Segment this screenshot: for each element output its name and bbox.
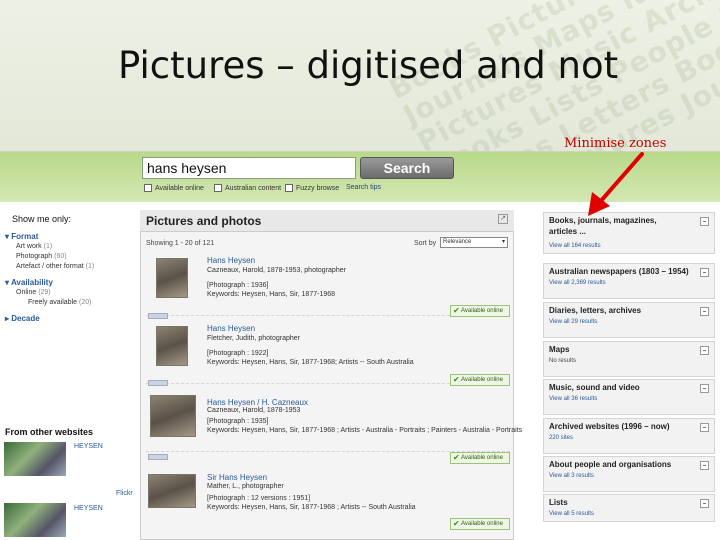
available-online-badge[interactable]: Available online [450, 305, 510, 317]
minimise-icon[interactable] [700, 307, 709, 316]
result-marker [148, 454, 168, 460]
external-thumbnail[interactable] [4, 442, 66, 476]
zone-view-all-link[interactable]: 220 sites [549, 435, 573, 441]
result-title-link[interactable]: Hans Heysen [207, 256, 255, 265]
result-keywords: Keywords: Heysen, Hans, Sir, 1877-1968 ;… [207, 427, 523, 434]
search-button[interactable]: Search [360, 157, 454, 179]
minimise-icon[interactable] [700, 217, 709, 226]
expand-icon[interactable]: ↗ [498, 214, 508, 224]
zone-newspapers[interactable]: Australian newspapers (1803 – 1954) View… [543, 263, 715, 299]
facet-item[interactable]: Photograph (60) [16, 253, 67, 260]
search-tips-link[interactable]: Search tips [346, 184, 381, 191]
annotation-label: Minimise zones [564, 136, 667, 151]
minimise-icon[interactable] [700, 268, 709, 277]
result-creator: Fletcher, Judith, photographer [207, 335, 301, 342]
result-keywords: Keywords: Heysen, Hans, Sir, 1877-1968; … [207, 359, 414, 366]
result-format: [Photograph : 1922] [207, 350, 269, 357]
option-available-online[interactable]: Available online [144, 184, 204, 192]
result-row[interactable] [146, 388, 510, 452]
search-input[interactable]: hans heysen [142, 157, 356, 179]
zone-music[interactable]: Music, sound and video View all 36 resul… [543, 379, 715, 415]
zone-archived-websites[interactable]: Archived websites (1996 – now) 220 sites [543, 418, 715, 454]
zone-title: About people and organisations [549, 460, 672, 469]
panel-title: Pictures and photos [146, 214, 262, 228]
result-format: [Photograph : 1935] [207, 418, 269, 425]
slide-title: Pictures – digitised and not [118, 44, 619, 87]
facet-availability[interactable]: ▾ Availability [5, 278, 53, 287]
facet-heading[interactable]: ▸ Decade [5, 314, 40, 323]
zone-title: Maps [549, 345, 570, 354]
minimise-icon[interactable] [700, 384, 709, 393]
facet-item[interactable]: Online (29) [16, 289, 51, 296]
sort-select[interactable]: Relevance ▾ [440, 237, 508, 248]
zone-title: Music, sound and video [549, 383, 640, 392]
result-format: [Photograph : 12 versions : 1951] [207, 495, 311, 502]
available-online-badge[interactable]: Available online [450, 374, 510, 386]
zone-view-all-link[interactable]: View all 3 results [549, 473, 594, 479]
minimise-icon[interactable] [700, 346, 709, 355]
result-marker [148, 313, 168, 319]
result-thumbnail[interactable] [150, 395, 196, 437]
option-fuzzy-browse[interactable]: Fuzzy browse [285, 184, 339, 192]
flickr-link[interactable]: Flickr [116, 490, 133, 497]
results-count: Showing 1 - 20 of 121 [146, 240, 215, 247]
result-thumbnail[interactable] [148, 474, 196, 508]
zone-title: Australian newspapers (1803 – 1954) [549, 267, 689, 276]
minimise-icon[interactable] [700, 499, 709, 508]
external-site-label[interactable]: HEYSEN [74, 505, 103, 512]
checkbox[interactable] [144, 184, 152, 192]
checkbox[interactable] [285, 184, 293, 192]
facet-heading[interactable]: ▾ Availability [5, 278, 53, 287]
zone-view-all-link[interactable]: View all 2,369 results [549, 280, 606, 286]
minimise-icon[interactable] [700, 423, 709, 432]
facet-decade[interactable]: ▸ Decade [5, 314, 40, 323]
option-australian-content[interactable]: Australian content [214, 184, 281, 192]
result-format: [Photograph : 1936] [207, 282, 269, 289]
facet-heading[interactable]: ▾ Format [5, 232, 38, 241]
result-thumbnail[interactable] [156, 326, 188, 366]
zone-diaries[interactable]: Diaries, letters, archives View all 29 r… [543, 302, 715, 338]
zone-title: Archived websites (1996 – now) [549, 422, 670, 431]
result-keywords: Keywords: Heysen, Hans, Sir, 1877-1968 ;… [207, 504, 416, 511]
result-title-link[interactable]: Hans Heysen / H. Cazneaux [207, 398, 308, 407]
red-arrow-icon [588, 152, 644, 216]
zone-view-all-link[interactable]: View all 5 results [549, 511, 594, 517]
zone-status: No results [549, 358, 577, 364]
result-marker [148, 380, 168, 386]
result-title-link[interactable]: Sir Hans Heysen [207, 473, 267, 482]
zone-view-all-link[interactable]: View all 164 results [549, 243, 601, 249]
sort-label: Sort by [414, 240, 437, 247]
zone-maps[interactable]: Maps No results [543, 341, 715, 377]
zone-title: Diaries, letters, archives [549, 306, 642, 315]
external-thumbnail[interactable] [4, 503, 66, 537]
result-creator: Mather, L., photographer [207, 483, 284, 490]
available-online-badge[interactable]: Available online [450, 518, 510, 530]
available-online-badge[interactable]: Available online [450, 452, 510, 464]
external-site-label[interactable]: HEYSEN [74, 443, 103, 450]
zone-people[interactable]: About people and organisations View all … [543, 456, 715, 492]
from-other-websites-heading: From other websites [5, 427, 94, 437]
zone-title-continued: articles ... [549, 227, 586, 236]
checkbox[interactable] [214, 184, 222, 192]
facet-item[interactable]: Artefact / other format (1) [16, 263, 94, 270]
facet-item[interactable]: Freely available (20) [28, 299, 91, 306]
result-keywords: Keywords: Heysen, Hans, Sir, 1877-1968 [207, 291, 336, 298]
zone-title: Lists [549, 498, 568, 507]
zone-lists[interactable]: Lists View all 5 results [543, 494, 715, 522]
facet-item[interactable]: Art work (1) [16, 243, 52, 250]
result-creator: Cazneaux, Harold, 1878-1953 [207, 407, 301, 414]
result-title-link[interactable]: Hans Heysen [207, 324, 255, 333]
zone-view-all-link[interactable]: View all 29 results [549, 319, 597, 325]
result-thumbnail[interactable] [156, 258, 188, 298]
result-creator: Cazneaux, Harold, 1878-1953, photographe… [207, 267, 346, 274]
zone-view-all-link[interactable]: View all 36 results [549, 396, 597, 402]
show-only-heading: Show me only: [12, 214, 72, 224]
facet-format[interactable]: ▾ Format [5, 232, 38, 241]
minimise-icon[interactable] [700, 461, 709, 470]
